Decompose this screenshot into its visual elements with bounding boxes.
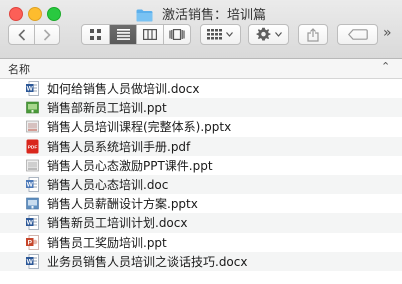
grid-arrange-icon	[201, 25, 240, 44]
file-name: 销售部新员工培训.ppt	[47, 101, 167, 116]
file-row[interactable]: 销售人员薪酬设计方案.pptx	[0, 194, 402, 213]
chevron-down-icon	[226, 32, 233, 37]
chevron-right-icon	[35, 25, 59, 44]
window-title: 激活销售：培训篇	[162, 8, 267, 23]
icon-grid-icon	[82, 25, 109, 44]
name-column-label: 名称	[8, 63, 30, 76]
keynote-presentation-icon	[26, 196, 39, 211]
svg-text:P: P	[28, 239, 33, 246]
word-document-icon: W	[26, 253, 39, 269]
columns-icon	[137, 25, 163, 44]
word-document-icon: W	[26, 215, 39, 231]
file-row[interactable]: W 销售新员工培训计划.docx	[0, 213, 402, 233]
file-row[interactable]: 销售人员心态激励PPT课件.ppt	[0, 156, 402, 175]
presentation-document-icon	[26, 158, 39, 173]
list-view-button[interactable]	[109, 25, 136, 44]
file-row[interactable]: W 如何给销售人员做培训.docx	[0, 79, 402, 98]
keynote-presentation-icon	[26, 100, 39, 115]
file-row[interactable]: 销售部新员工培训.ppt	[0, 98, 402, 118]
tags-button[interactable]	[337, 24, 378, 45]
file-name: 销售人员系统培训手册.pdf	[47, 139, 191, 154]
file-name: 销售员工奖励培训.ppt	[47, 235, 167, 250]
file-name: 销售人员培训课程(完整体系).pptx	[47, 120, 232, 135]
icon-view-button[interactable]	[82, 25, 109, 44]
nav-back-forward-group	[8, 24, 60, 45]
chevron-down-icon	[275, 32, 282, 37]
tag-icon	[338, 25, 377, 44]
svg-text:W: W	[27, 182, 34, 189]
file-row[interactable]: 销售人员培训课程(完整体系).pptx	[0, 117, 402, 136]
file-name: 业务员销售人员培训之谈话技巧.docx	[47, 254, 248, 269]
svg-text:W: W	[27, 258, 34, 265]
name-column-header[interactable]: 名称 ⌃	[0, 59, 402, 79]
svg-text:W: W	[27, 86, 34, 93]
window-titlebar: 激活销售：培训篇 »	[0, 0, 402, 59]
window-title-bar: 激活销售：培训篇	[0, 3, 402, 23]
powerpoint-presentation-icon: P	[26, 234, 39, 250]
file-name: 如何给销售人员做培训.docx	[47, 82, 200, 96]
view-mode-control	[81, 24, 191, 45]
arrange-menu-button[interactable]	[200, 24, 241, 45]
file-name: 销售人员心态培训.doc	[47, 177, 169, 192]
share-icon	[299, 25, 327, 44]
forward-button[interactable]	[34, 25, 59, 44]
sort-chevron-icon: ⌃	[381, 60, 391, 73]
cover-flow-view-button[interactable]	[163, 25, 190, 44]
column-view-button[interactable]	[136, 25, 163, 44]
file-name: 销售人员心态激励PPT课件.ppt	[47, 158, 213, 173]
file-name: 销售人员薪酬设计方案.pptx	[47, 197, 198, 212]
file-row[interactable]: PDF 销售人员系统培训手册.pdf	[0, 136, 402, 156]
share-button[interactable]	[298, 24, 328, 45]
back-button[interactable]	[9, 25, 34, 44]
action-menu-button[interactable]	[248, 24, 289, 45]
word-document-icon: W	[26, 81, 39, 96]
presentation-document-icon	[26, 119, 39, 134]
toolbar-overflow-button[interactable]: »	[383, 25, 392, 41]
file-name: 销售新员工培训计划.docx	[47, 216, 188, 231]
svg-text:W: W	[27, 220, 34, 227]
file-row[interactable]: W 业务员销售人员培训之谈话技巧.docx	[0, 251, 402, 271]
folder-icon	[136, 7, 153, 22]
file-row[interactable]: P 销售员工奖励培训.ppt	[0, 233, 402, 252]
word-document-icon: W	[26, 177, 39, 192]
gear-icon	[249, 25, 288, 44]
file-list: W 如何给销售人员做培训.docx 销售部新员工培训.ppt 销售人员培训课程(…	[0, 79, 402, 271]
list-lines-icon	[110, 25, 136, 44]
pdf-document-icon: PDF	[26, 139, 39, 154]
cover-flow-icon	[164, 25, 190, 44]
svg-text:PDF: PDF	[28, 144, 38, 150]
file-row[interactable]: W 销售人员心态培训.doc	[0, 174, 402, 195]
chevron-left-icon	[9, 25, 34, 44]
